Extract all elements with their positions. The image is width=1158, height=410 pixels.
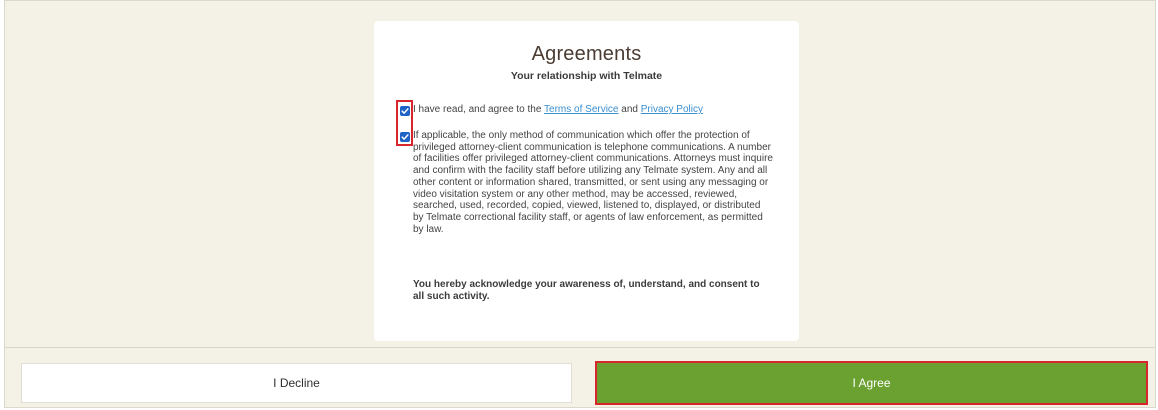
terms-checkbox[interactable]	[400, 106, 410, 116]
decline-button[interactable]: I Decline	[21, 363, 572, 403]
terms-and: and	[618, 104, 641, 115]
terms-prefix: I have read, and agree to the	[413, 104, 545, 115]
page-title: Agreements	[531, 43, 642, 65]
terms-of-service-link[interactable]: Terms of Service	[544, 104, 618, 115]
app-frame: Agreements Your relationship with Telmat…	[4, 0, 1156, 408]
check-icon	[401, 134, 409, 140]
attorney-checkbox[interactable]	[400, 132, 410, 142]
agreements-card: Agreements Your relationship with Telmat…	[374, 21, 799, 341]
privacy-policy-link[interactable]: Privacy Policy	[641, 104, 703, 115]
agree-button[interactable]: I Agree	[595, 361, 1148, 405]
footer-divider	[5, 347, 1155, 348]
terms-agreement-text: I have read, and agree to the Terms of S…	[413, 104, 703, 115]
check-icon	[401, 108, 409, 114]
acknowledge-text: You hereby acknowledge your awareness of…	[413, 279, 760, 302]
attorney-communication-text: If applicable, the only method of commun…	[413, 130, 773, 235]
page-subtitle: Your relationship with Telmate	[510, 70, 663, 82]
